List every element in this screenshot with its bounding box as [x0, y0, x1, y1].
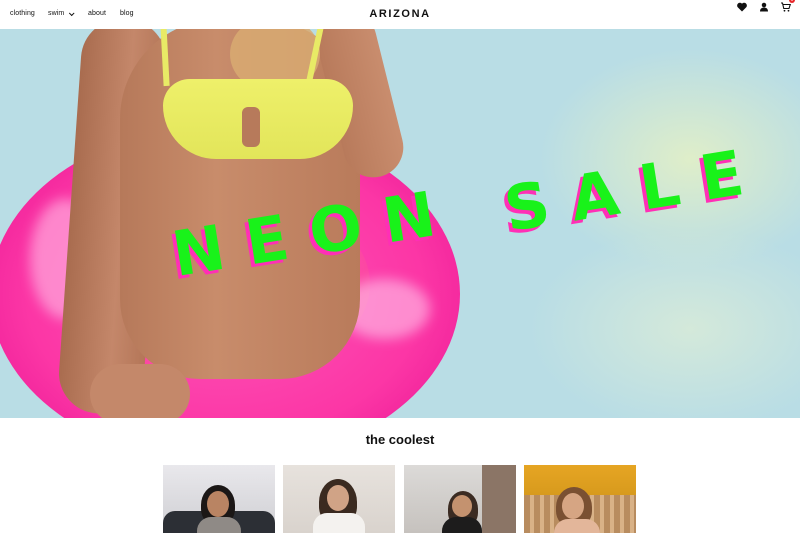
product-card[interactable] — [163, 465, 275, 533]
model-outfit — [313, 513, 365, 533]
model-outfit — [197, 517, 241, 533]
model-hand — [90, 364, 190, 418]
heart-icon[interactable] — [736, 0, 748, 12]
hero-headline-line2: SALE — [499, 132, 771, 246]
model-face — [562, 493, 584, 519]
product-card[interactable] — [524, 465, 636, 533]
cart-count-badge: 0 — [789, 0, 795, 3]
product-card[interactable] — [283, 465, 395, 533]
site-header: clothing swim about blog ARIZONA 0 — [0, 0, 800, 29]
bikini-cutout — [242, 107, 260, 147]
product-card[interactable] — [404, 465, 516, 533]
model-outfit — [554, 519, 600, 533]
cart-icon[interactable]: 0 — [780, 0, 795, 12]
model-face — [327, 485, 349, 511]
user-icon[interactable] — [758, 0, 770, 12]
product-grid — [163, 465, 637, 533]
hero-banner[interactable]: NEON SALE — [0, 29, 800, 418]
brand-logo[interactable]: ARIZONA — [0, 8, 800, 20]
model-face — [452, 495, 472, 517]
background-wall — [482, 465, 516, 533]
model-outfit — [442, 517, 482, 533]
model-face — [207, 491, 229, 517]
section-title: the coolest — [365, 432, 435, 447]
